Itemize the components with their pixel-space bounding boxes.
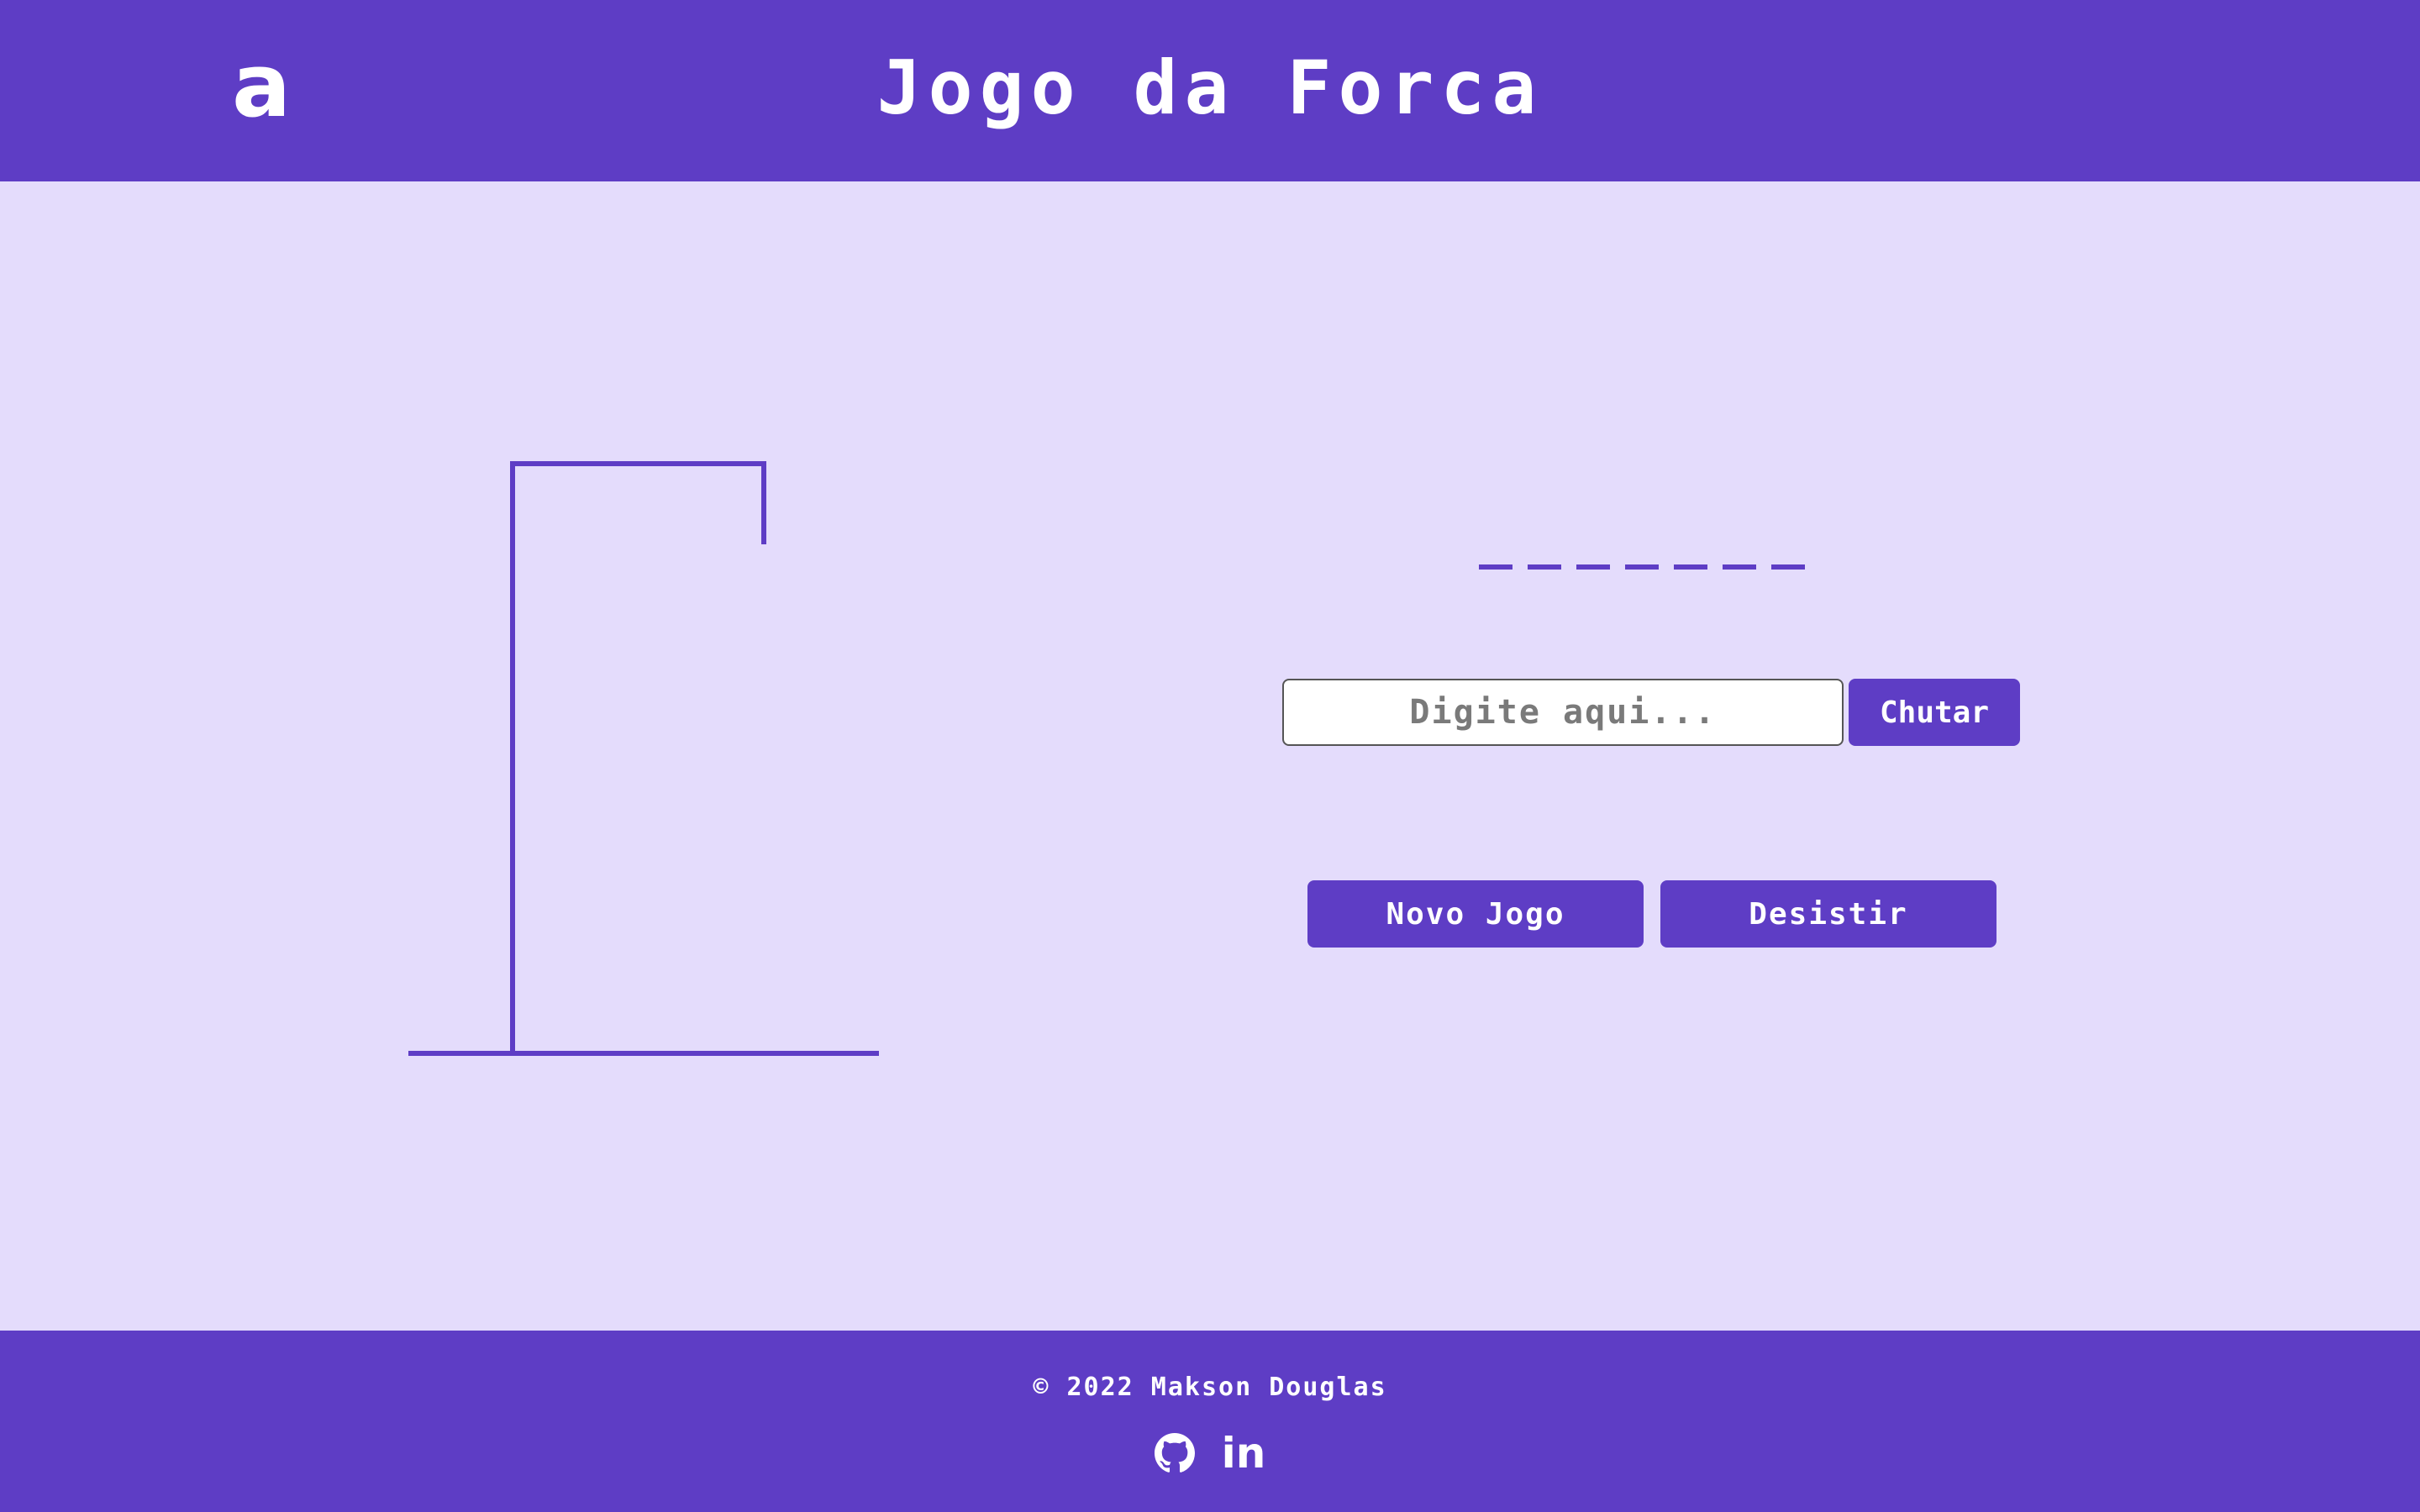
letter-slot [1528, 564, 1561, 570]
guess-input[interactable] [1282, 679, 1844, 746]
guess-form: Chutar [1282, 679, 2022, 746]
letter-slot [1771, 564, 1805, 570]
word-slots [1479, 554, 1832, 571]
app-footer: © 2022 Makson Douglas in [0, 1331, 2420, 1512]
letter-slot [1625, 564, 1659, 570]
game-area [0, 181, 2420, 1331]
give-up-button[interactable]: Desistir [1660, 880, 1996, 948]
letter-slot [1479, 564, 1512, 570]
page-title: Jogo da Forca [876, 45, 1544, 131]
letter-slot [1723, 564, 1756, 570]
game-actions: Novo Jogo Desistir [1307, 880, 1996, 948]
app-header: a Jogo da Forca [0, 0, 2420, 181]
github-icon [1155, 1433, 1195, 1473]
github-link[interactable] [1151, 1430, 1198, 1477]
copyright-text: © 2022 Makson Douglas [1033, 1373, 1387, 1402]
letter-slot [1576, 564, 1610, 570]
letter-slot [1674, 564, 1707, 570]
gallows-drawing [408, 461, 879, 1056]
guess-button[interactable]: Chutar [1849, 679, 2020, 746]
new-game-button[interactable]: Novo Jogo [1307, 880, 1644, 948]
linkedin-link[interactable]: in [1220, 1430, 1267, 1477]
linkedin-icon: in [1221, 1429, 1266, 1478]
